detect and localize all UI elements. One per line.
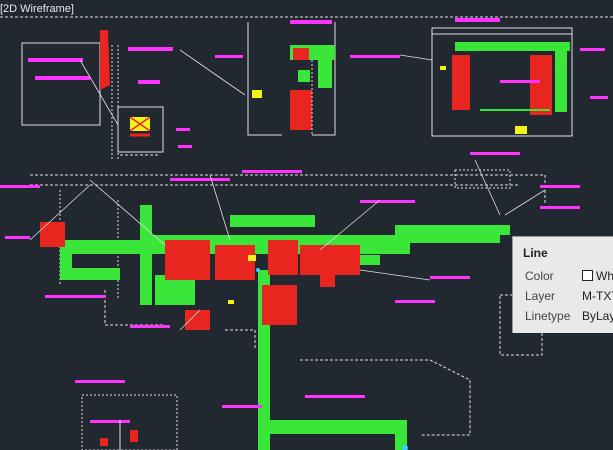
tooltip-key: Linetype (525, 309, 571, 323)
tooltip-title: Line (523, 246, 548, 260)
section-view-top-middle (247, 22, 336, 136)
tooltip-value: ByLay (582, 309, 613, 323)
drawing-canvas[interactable] (0, 0, 613, 450)
tooltip-key: Color (525, 269, 554, 283)
tooltip-row-layer: Layer M-TXT (525, 289, 613, 305)
tooltip-value: Wh (582, 269, 613, 283)
color-swatch-icon (582, 270, 593, 281)
tooltip-row-color: Color Wh (525, 269, 613, 285)
tooltip-value: M-TXT (582, 289, 613, 303)
viewport-label[interactable]: [2D Wireframe] (0, 3, 74, 15)
rollover-tooltip: Line Color Wh Layer M-TXT Linetype ByLay (512, 236, 613, 333)
tooltip-key: Layer (525, 289, 556, 303)
tooltip-row-linetype: Linetype ByLay (525, 309, 613, 325)
detail-view-bottom-left (100, 420, 138, 450)
